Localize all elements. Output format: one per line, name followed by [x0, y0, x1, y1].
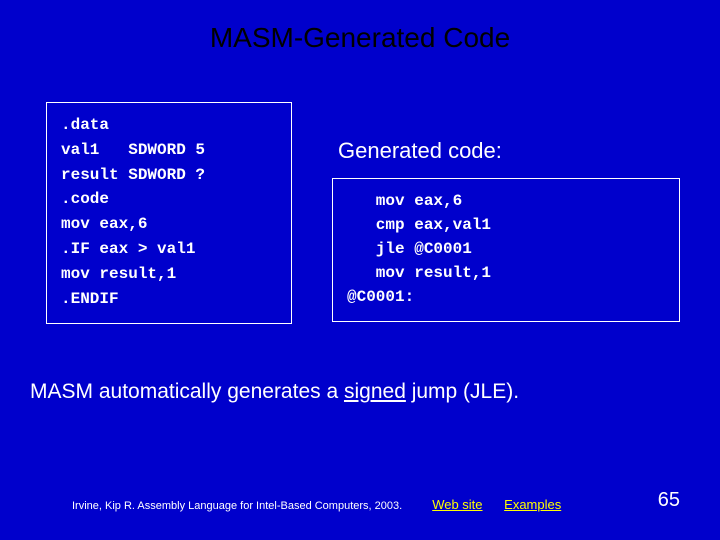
slide-title: MASM-Generated Code — [0, 0, 720, 54]
content-row: .data val1 SDWORD 5 result SDWORD ? .cod… — [0, 102, 720, 324]
explain-underlined: signed — [344, 380, 406, 403]
generated-label: Generated code: — [338, 138, 680, 164]
generated-code-box: mov eax,6 cmp eax,val1 jle @C0001 mov re… — [332, 178, 680, 322]
explain-pre: MASM automatically generates a — [30, 380, 344, 403]
link-examples[interactable]: Examples — [504, 497, 561, 512]
source-code-box: .data val1 SDWORD 5 result SDWORD ? .cod… — [46, 102, 292, 324]
generated-column: Generated code: mov eax,6 cmp eax,val1 j… — [332, 102, 680, 324]
explanation-text: MASM automatically generates a signed ju… — [0, 380, 720, 404]
citation: Irvine, Kip R. Assembly Language for Int… — [72, 500, 402, 512]
page-number: 65 — [658, 489, 680, 512]
footer-links: Web site Examples — [432, 497, 579, 512]
link-web-site[interactable]: Web site — [432, 497, 482, 512]
explain-post: jump (JLE). — [406, 380, 519, 403]
footer: Irvine, Kip R. Assembly Language for Int… — [0, 489, 720, 512]
